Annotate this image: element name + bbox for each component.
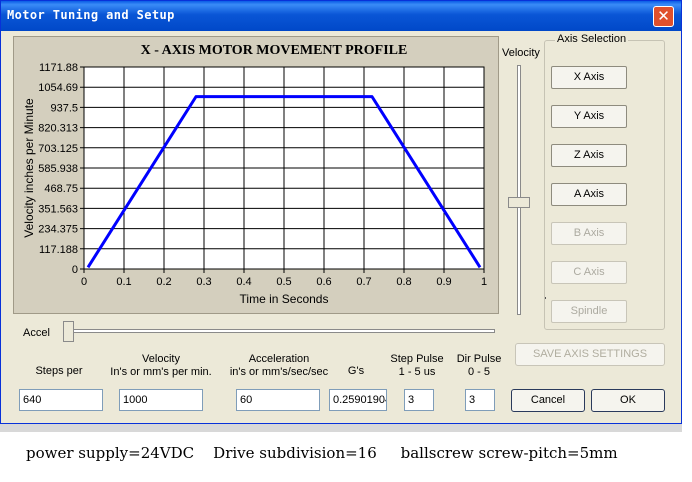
window-title: Motor Tuning and Setup <box>7 8 175 22</box>
y-tick-label: 585.938 <box>38 163 78 175</box>
y-tick-label: 234.375 <box>38 224 78 236</box>
x-axis-button[interactable]: X Axis <box>551 66 627 89</box>
c-axis-button[interactable]: C Axis <box>551 261 627 284</box>
x-tick-label: 0 <box>81 276 87 288</box>
x-tick-label: 0.5 <box>276 276 291 288</box>
x-tick-label: 0.3 <box>196 276 211 288</box>
velocity-input[interactable]: 1000 <box>119 389 203 411</box>
velocity-slider-track[interactable] <box>517 65 521 315</box>
axis-selection-label: Axis Selection <box>555 33 629 45</box>
velocity-units-header: In's or mm's per min. <box>110 366 212 378</box>
close-button[interactable]: ✕ <box>653 6 674 27</box>
x-axis-label: Time in Seconds <box>240 292 329 306</box>
velocity-slider-label: Velocity <box>502 47 540 59</box>
y-tick-label: 0 <box>72 264 78 276</box>
ok-button[interactable]: OK <box>591 389 665 412</box>
x-tick-label: 0.9 <box>436 276 451 288</box>
steps-per-header: Steps per <box>35 365 83 377</box>
z-axis-button[interactable]: Z Axis <box>551 144 627 167</box>
motor-profile-chart: 0 0.1 0.2 0.3 0.4 0.5 0.6 0.7 0.8 0.9 1 0 117.188 234… <box>13 36 499 314</box>
y-axis-button[interactable]: Y Axis <box>551 105 627 128</box>
y-axis-label: Velocity inches per Minute <box>22 98 36 238</box>
acceleration-input[interactable]: 60 <box>236 389 320 411</box>
y-tick-label: 820.313 <box>38 123 78 135</box>
x-tick-label: 0.1 <box>116 276 131 288</box>
dir-pulse-range-header: 0 - 5 <box>467 366 490 378</box>
caption-text: power supply=24VDC Drive subdivision=16 … <box>26 444 618 462</box>
dir-pulse-header: Dir Pulse <box>456 353 502 365</box>
b-axis-button[interactable]: B Axis <box>551 222 627 245</box>
acceleration-units-header: in's or mm's/sec/sec <box>229 366 329 378</box>
chart-title: X - AXIS MOTOR MOVEMENT PROFILE <box>141 43 408 58</box>
spindle-button[interactable]: Spindle <box>551 300 627 323</box>
gs-header: G's <box>347 365 365 377</box>
title-bar[interactable]: Motor Tuning and Setup ✕ <box>1 1 681 31</box>
motor-tuning-dialog: Motor Tuning and Setup ✕ 0 0.1 0.2 0.3 0.4 0.… <box>0 0 682 424</box>
steps-per-input[interactable]: 640 <box>19 389 103 411</box>
velocity-slider-thumb[interactable] <box>508 197 530 209</box>
acceleration-header: Acceleration <box>248 353 310 365</box>
x-tick-label: 0.6 <box>316 276 331 288</box>
close-icon: ✕ <box>657 7 670 25</box>
velocity-header: Velocity <box>142 353 180 365</box>
accel-slider-label: Accel <box>23 327 50 339</box>
x-tick-label: 0.4 <box>236 276 251 288</box>
dir-pulse-input[interactable]: 3 <box>465 389 495 411</box>
accel-slider-thumb[interactable] <box>63 321 74 342</box>
y-tick-label: 1054.69 <box>38 82 78 94</box>
x-tick-label: 0.7 <box>356 276 371 288</box>
step-pulse-header: Step Pulse <box>390 353 444 365</box>
y-tick-label: 468.75 <box>44 183 78 195</box>
cancel-button[interactable]: Cancel <box>511 389 585 412</box>
accel-slider-track[interactable] <box>67 329 495 333</box>
y-tick-label: 937.5 <box>50 102 78 114</box>
background-window-strip <box>0 424 682 432</box>
x-tick-label: 0.2 <box>156 276 171 288</box>
x-tick-label: 0.8 <box>396 276 411 288</box>
y-tick-label: 117.188 <box>39 244 78 256</box>
y-tick-label: 703.125 <box>38 143 78 155</box>
y-tick-label: 351.563 <box>38 203 78 215</box>
x-tick-label: 1 <box>481 276 487 288</box>
gs-input[interactable]: 0.25901904 <box>329 389 387 411</box>
a-axis-button[interactable]: A Axis <box>551 183 627 206</box>
save-axis-settings-button[interactable]: SAVE AXIS SETTINGS <box>515 343 665 366</box>
y-tick-label: 1171.88 <box>39 62 78 74</box>
step-pulse-input[interactable]: 3 <box>404 389 434 411</box>
step-pulse-range-header: 1 - 5 us <box>398 366 436 378</box>
chart-svg: 0 0.1 0.2 0.3 0.4 0.5 0.6 0.7 0.8 0.9 1 0 117.188 234… <box>22 43 487 306</box>
background-window-edge <box>682 0 692 432</box>
